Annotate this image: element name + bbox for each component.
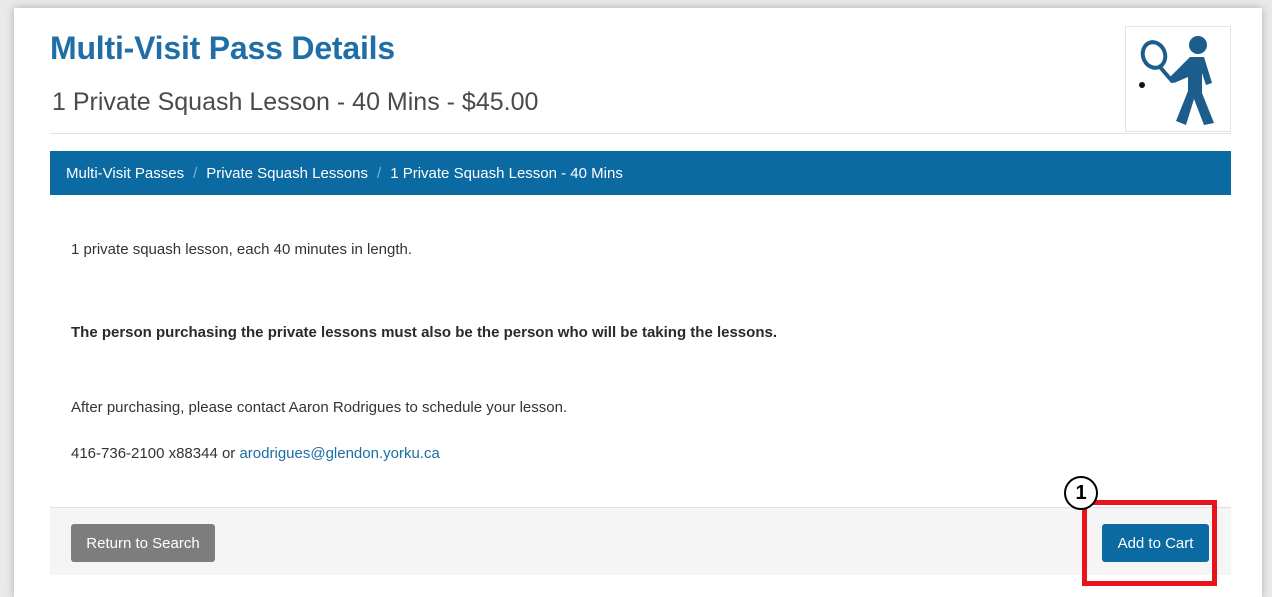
email-link[interactable]: arodrigues@glendon.yorku.ca bbox=[239, 445, 439, 462]
breadcrumb-separator: / bbox=[377, 164, 382, 182]
contact-line: 416-736-2100 x88344 or arodrigues@glendo… bbox=[71, 445, 440, 462]
return-to-search-button[interactable]: Return to Search bbox=[71, 524, 215, 562]
squash-player-icon bbox=[1139, 36, 1214, 125]
breadcrumb-private-squash-lessons[interactable]: Private Squash Lessons bbox=[206, 165, 368, 182]
phone-number: 416-736-2100 x88344 or bbox=[71, 445, 240, 462]
activity-logo bbox=[1125, 26, 1231, 132]
step-callout-badge: 1 bbox=[1064, 476, 1098, 510]
page-title: Multi-Visit Pass Details bbox=[50, 30, 395, 66]
purchase-notice: The person purchasing the private lesson… bbox=[71, 324, 777, 341]
add-to-cart-highlight bbox=[1082, 500, 1217, 586]
breadcrumb-separator: / bbox=[193, 164, 198, 182]
breadcrumb-current: 1 Private Squash Lesson - 40 Mins bbox=[390, 164, 623, 182]
header-divider bbox=[50, 133, 1231, 134]
pass-details-card: Multi-Visit Pass Details 1 Private Squas… bbox=[14, 8, 1262, 597]
pass-description: 1 private squash lesson, each 40 minutes… bbox=[71, 241, 413, 258]
action-footer: Return to Search Add to Cart bbox=[50, 507, 1231, 575]
page-subtitle: 1 Private Squash Lesson - 40 Mins - $45.… bbox=[52, 88, 539, 116]
breadcrumb: Multi-Visit Passes / Private Squash Less… bbox=[50, 151, 1231, 195]
contact-instructions: After purchasing, please contact Aaron R… bbox=[71, 399, 568, 416]
breadcrumb-multi-visit-passes[interactable]: Multi-Visit Passes bbox=[66, 165, 184, 182]
